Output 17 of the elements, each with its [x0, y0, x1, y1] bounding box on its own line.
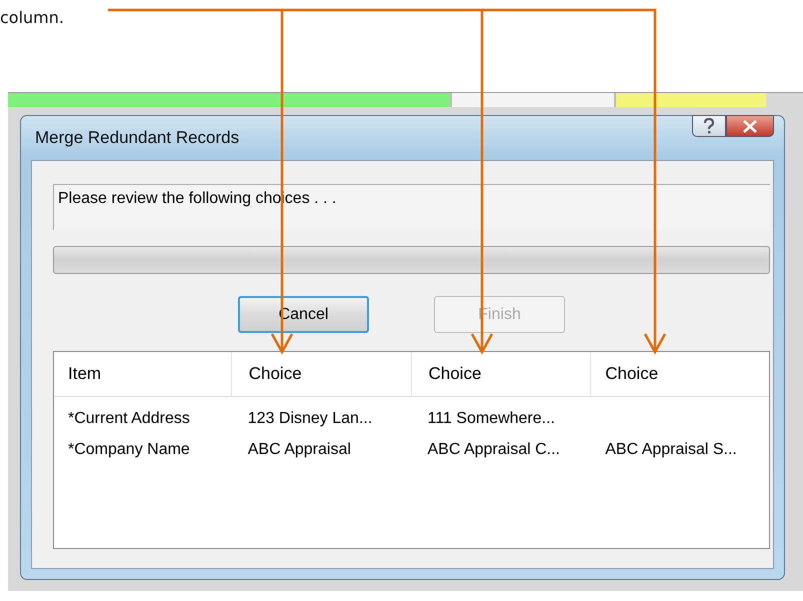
caption-text: column.	[0, 8, 64, 27]
column-header[interactable]: Choice	[232, 352, 412, 396]
window-title: Merge Redundant Records	[34, 128, 240, 148]
table-cell: ABC Appraisal	[248, 440, 351, 458]
help-button[interactable]	[692, 115, 726, 137]
table-cell: *Company Name	[68, 440, 190, 458]
table-cell: ABC Appraisal C...	[428, 440, 560, 458]
column-header[interactable]: Item	[54, 352, 232, 396]
table-cell: *Current Address	[68, 410, 190, 426]
help-icon	[702, 118, 716, 134]
table-cell: 123 Disney Lan...	[248, 410, 372, 426]
table-cell: ABC Appraisal S...	[605, 440, 737, 458]
close-icon	[742, 120, 758, 132]
table-cell: 111 Somewhere...	[428, 410, 555, 426]
close-button[interactable]	[726, 115, 774, 137]
column-header[interactable]: Choice	[412, 352, 592, 396]
column-header[interactable]: Choice	[591, 352, 769, 396]
